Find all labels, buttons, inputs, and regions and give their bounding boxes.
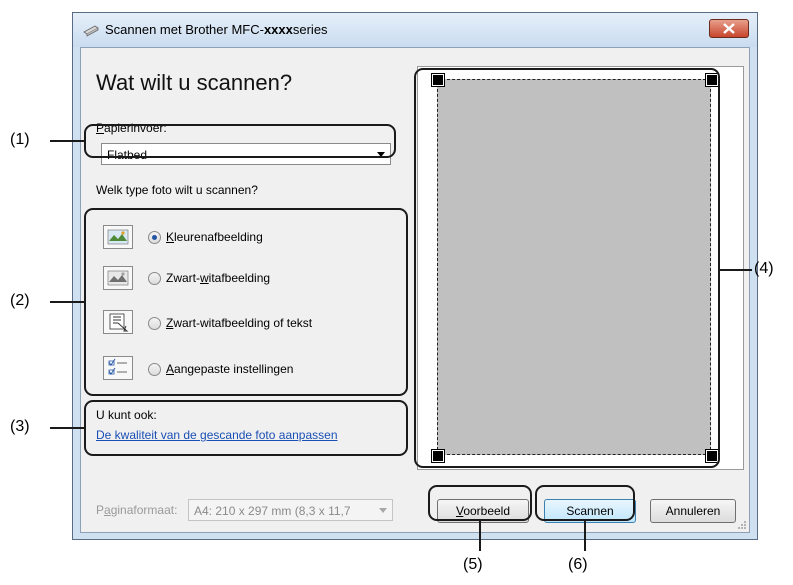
callout-4: (4): [754, 260, 774, 277]
scanner-app-icon: [83, 25, 99, 37]
callout-line-4: [720, 269, 752, 271]
callout-1: (1): [10, 131, 30, 148]
callout-line-3: [50, 427, 84, 429]
close-button[interactable]: [709, 19, 749, 38]
callout-box-2: [84, 208, 408, 396]
page-size-dropdown[interactable]: A4: 210 x 297 mm (8,3 x 11,7: [188, 499, 393, 521]
callout-line-6: [584, 521, 586, 551]
page-size-label: Paginaformaat:: [96, 503, 178, 517]
page-title: Wat wilt u scannen?: [96, 70, 293, 95]
callout-box-3: [84, 400, 408, 456]
window-title: Scannen met Brother MFC-xxxxseries: [105, 22, 328, 37]
callout-box-4: [414, 68, 720, 468]
close-icon: [723, 23, 735, 34]
callout-2: (2): [10, 292, 30, 309]
callout-line-5: [479, 521, 481, 551]
photo-type-question: Welk type foto wilt u scannen?: [96, 183, 258, 197]
callout-line-2: [50, 301, 84, 303]
resize-grip-icon[interactable]: [737, 520, 747, 530]
callout-box-6: [535, 485, 635, 521]
callout-3: (3): [10, 418, 30, 435]
callout-box-5: [428, 485, 532, 521]
chevron-down-icon: [379, 508, 387, 513]
cancel-button[interactable]: Annuleren: [650, 499, 736, 523]
callout-5: (5): [463, 556, 483, 573]
callout-line-1: [50, 140, 84, 142]
title-bar: Scannen met Brother MFC-xxxxseries: [73, 13, 757, 47]
callout-6: (6): [568, 556, 588, 573]
page-size-value: A4: 210 x 297 mm (8,3 x 11,7: [194, 504, 351, 518]
callout-box-1: [84, 124, 396, 158]
